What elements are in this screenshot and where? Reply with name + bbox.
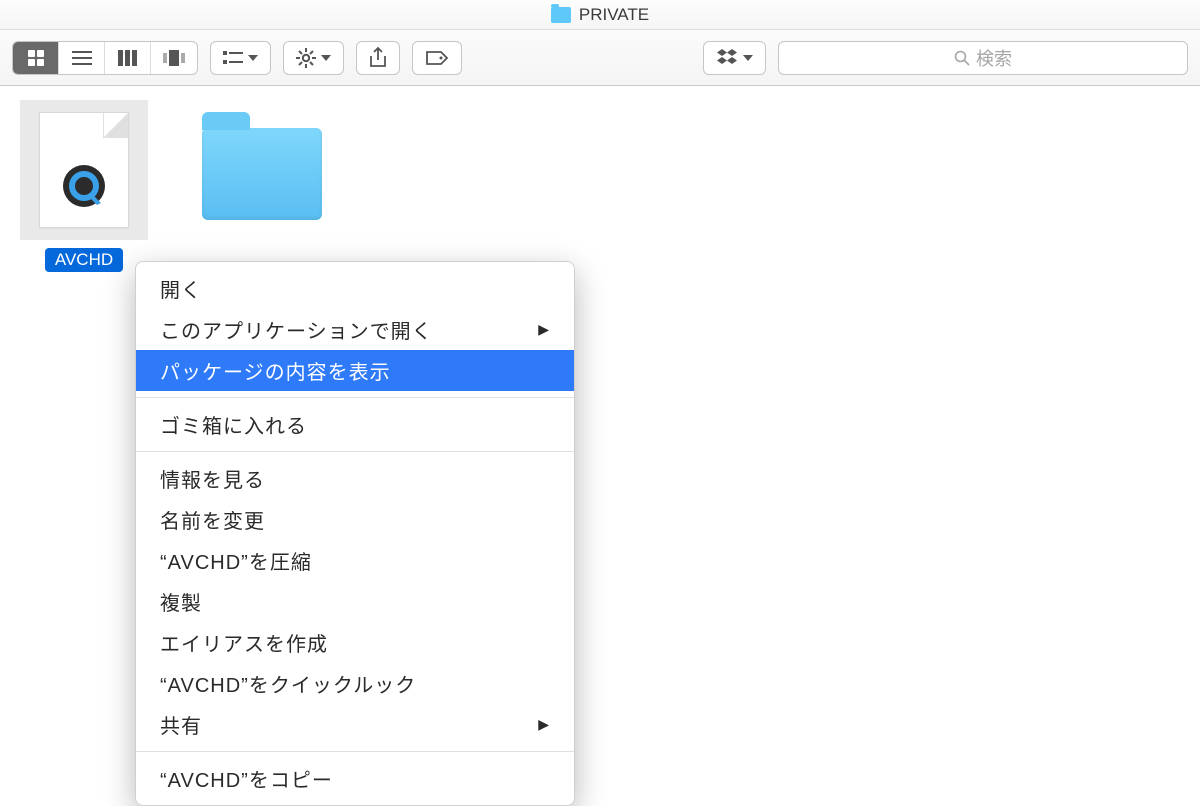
submenu-arrow-icon: ▶	[538, 321, 550, 338]
menu-item-rename[interactable]: 名前を変更	[136, 499, 574, 540]
arrange-button[interactable]	[210, 41, 271, 75]
document-icon	[39, 112, 129, 228]
view-mode-segment	[12, 41, 198, 75]
gallery-view-button[interactable]	[151, 42, 197, 74]
list-view-button[interactable]	[59, 42, 105, 74]
file-item-folder[interactable]	[208, 128, 316, 220]
folder-icon	[202, 128, 322, 220]
columns-icon	[118, 50, 138, 66]
menu-separator	[136, 397, 574, 398]
dropbox-button[interactable]	[703, 41, 766, 75]
grid-icon	[27, 49, 45, 67]
menu-item-share[interactable]: 共有▶	[136, 704, 574, 745]
menu-item-move-to-trash[interactable]: ゴミ箱に入れる	[136, 404, 574, 445]
menu-item-open-with[interactable]: このアプリケーションで開く▶	[136, 309, 574, 350]
menu-separator	[136, 751, 574, 752]
gallery-icon	[163, 50, 185, 66]
menu-item-quick-look[interactable]: “AVCHD”をクイックルック	[136, 663, 574, 704]
search-field[interactable]: 検索	[778, 41, 1188, 75]
menu-item-show-package-contents[interactable]: パッケージの内容を表示	[136, 350, 574, 391]
window-titlebar: PRIVATE	[0, 0, 1200, 30]
column-view-button[interactable]	[105, 42, 151, 74]
menu-item-compress[interactable]: “AVCHD”を圧縮	[136, 540, 574, 581]
action-button[interactable]	[283, 41, 344, 75]
menu-item-get-info[interactable]: 情報を見る	[136, 458, 574, 499]
menu-item-make-alias[interactable]: エイリアスを作成	[136, 622, 574, 663]
search-placeholder: 検索	[976, 45, 1012, 71]
chevron-down-icon	[248, 55, 258, 61]
gear-icon	[296, 48, 316, 68]
folder-icon	[551, 7, 571, 23]
arrange-icon	[223, 50, 243, 66]
menu-item-open[interactable]: 開く	[136, 268, 574, 309]
submenu-arrow-icon: ▶	[538, 716, 550, 733]
file-item-selected[interactable]: AVCHD	[30, 100, 138, 272]
tags-button[interactable]	[412, 41, 462, 75]
share-icon	[369, 47, 387, 69]
chevron-down-icon	[743, 55, 753, 61]
share-button[interactable]	[356, 41, 400, 75]
quicktime-icon	[61, 163, 107, 209]
file-area: AVCHD 開く このアプリケーションで開く▶ パッケージの内容を表示 ゴミ箱に…	[0, 86, 1200, 286]
window-title: PRIVATE	[579, 5, 649, 25]
menu-separator	[136, 451, 574, 452]
list-icon	[72, 50, 92, 66]
file-label: AVCHD	[45, 248, 123, 272]
chevron-down-icon	[321, 55, 331, 61]
menu-item-copy[interactable]: “AVCHD”をコピー	[136, 758, 574, 799]
search-icon	[954, 50, 970, 66]
tag-icon	[425, 50, 449, 66]
context-menu: 開く このアプリケーションで開く▶ パッケージの内容を表示 ゴミ箱に入れる 情報…	[135, 261, 575, 806]
menu-item-duplicate[interactable]: 複製	[136, 581, 574, 622]
icon-view-button[interactable]	[13, 42, 59, 74]
dropbox-icon	[716, 49, 738, 67]
toolbar: 検索	[0, 30, 1200, 86]
